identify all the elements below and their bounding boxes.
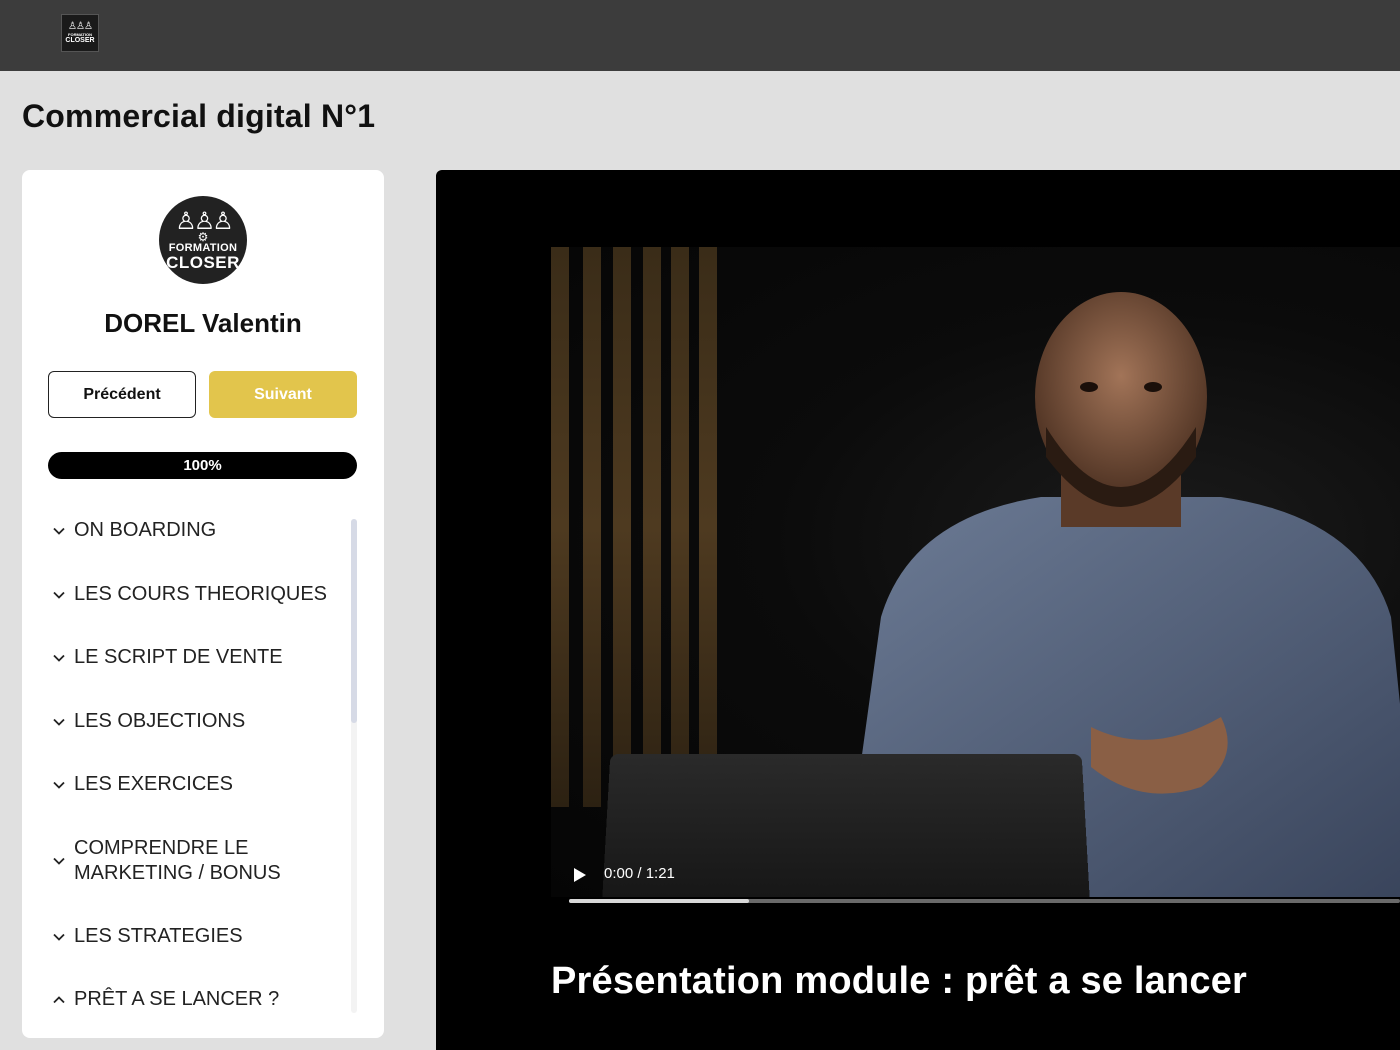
- chevron-up-icon: [22, 993, 74, 1007]
- top-bar: ♙♙♙ FORMATION CLOSER: [0, 0, 1400, 71]
- team-icon: ♙♙♙: [68, 21, 93, 32]
- logo-line2: CLOSER: [65, 37, 95, 44]
- brand-logo[interactable]: ♙♙♙ FORMATION CLOSER: [61, 14, 99, 52]
- module-label: ON BOARDING: [74, 519, 217, 541]
- chevron-down-icon: [22, 778, 74, 792]
- module-item[interactable]: PRÊT A SE LANCER ?: [22, 987, 352, 1012]
- module-label: LES EXERCICES: [74, 773, 233, 795]
- module-scrollbar[interactable]: [351, 519, 357, 723]
- wood-slat: [671, 247, 689, 807]
- chevron-down-icon: [22, 715, 74, 729]
- module-item[interactable]: LES COURS THEORIQUES: [22, 582, 352, 607]
- module-item[interactable]: LES OBJECTIONS: [22, 709, 352, 734]
- previous-button[interactable]: Précédent: [48, 371, 196, 418]
- chevron-down-icon: [22, 651, 74, 665]
- page-title: Commercial digital N°1: [22, 98, 376, 134]
- wood-slat: [699, 247, 717, 807]
- course-logo: ♙♙♙ ⚙ FORMATION CLOSER: [159, 196, 247, 284]
- user-name: DOREL Valentin: [104, 308, 302, 338]
- module-item[interactable]: LES EXERCICES: [22, 772, 352, 797]
- module-item[interactable]: LE SCRIPT DE VENTE: [22, 645, 352, 670]
- video-frame[interactable]: [551, 247, 1400, 897]
- gear-icon: ⚙: [197, 229, 209, 244]
- course-logo-line2: CLOSER: [166, 252, 240, 272]
- progress-label: 100%: [183, 457, 222, 474]
- wood-slat: [613, 247, 631, 807]
- module-label: LE SCRIPT DE VENTE: [74, 646, 283, 668]
- module-item[interactable]: LES STRATEGIES: [22, 924, 352, 949]
- chevron-down-icon: [22, 588, 74, 602]
- video-buffer-fill: [569, 899, 749, 903]
- course-logo-line1: FORMATION: [168, 241, 238, 254]
- wood-slat: [583, 247, 601, 807]
- progress-bar: 100%: [48, 452, 357, 479]
- chevron-down-icon: [22, 854, 74, 868]
- module-label: LES COURS THEORIQUES: [74, 583, 328, 605]
- module-label: LES STRATEGIES: [74, 925, 243, 947]
- course-sidebar: ♙♙♙ ⚙ FORMATION CLOSER DOREL Valentin Pr…: [22, 170, 384, 1038]
- chevron-down-icon: [22, 930, 74, 944]
- chevron-down-icon: [22, 524, 74, 538]
- video-controls: 0:00 / 1:21: [551, 850, 1400, 910]
- next-button[interactable]: Suivant: [209, 371, 357, 418]
- module-label: COMPRENDRE LE MARKETING / BONUS: [74, 837, 281, 884]
- module-label: LES OBJECTIONS: [74, 710, 246, 732]
- module-item[interactable]: COMPRENDRE LE MARKETING / BONUS: [22, 836, 322, 886]
- wood-slat: [643, 247, 661, 807]
- video-time: 0:00 / 1:21: [604, 865, 675, 882]
- play-icon[interactable]: [573, 866, 593, 884]
- wood-slat: [551, 247, 569, 807]
- module-label: PRÊT A SE LANCER ?: [74, 988, 280, 1010]
- video-seek-bar[interactable]: [569, 899, 1400, 903]
- video-player[interactable]: 0:00 / 1:21 Présentation module : prêt a…: [436, 170, 1400, 1050]
- video-title: Présentation module : prêt a se lancer: [551, 960, 1248, 1002]
- module-item[interactable]: ON BOARDING: [22, 518, 352, 543]
